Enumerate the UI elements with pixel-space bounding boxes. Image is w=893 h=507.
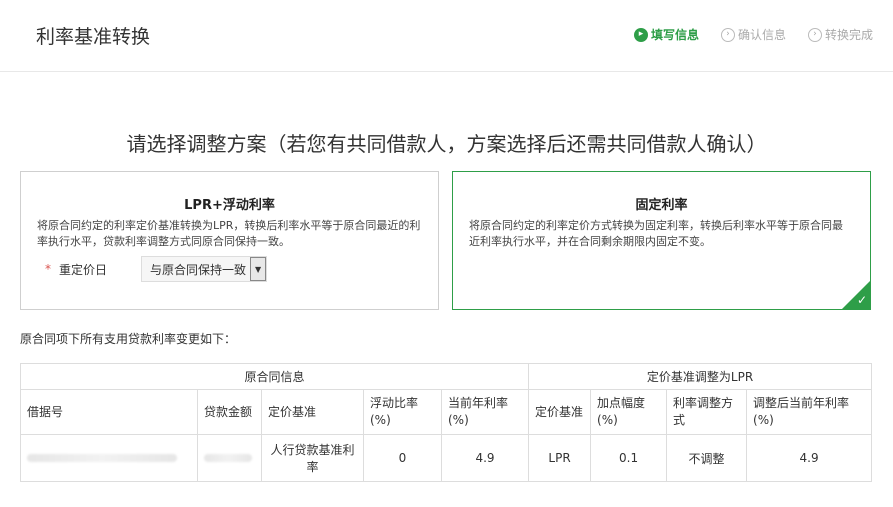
redacted-text bbox=[204, 454, 252, 462]
step-pending-icon: › bbox=[807, 27, 822, 42]
step-complete: › 转换完成 bbox=[807, 26, 873, 43]
table-row: 人行贷款基准利率 0 4.9 LPR 0.1 不调整 4.9 bbox=[20, 434, 873, 482]
option-description: 将原合同约定的利率定价基准转换为LPR，转换后利率水平等于原合同最近的利率执行水… bbox=[37, 219, 421, 248]
cell-adjust-mode: 不调整 bbox=[666, 434, 748, 482]
cell-basis-points: 0.1 bbox=[590, 434, 668, 482]
select-value: 与原合同保持一致 bbox=[150, 262, 247, 277]
option-title: LPR+浮动利率 bbox=[184, 198, 275, 213]
table-group-header: 原合同信息 定价基准调整为LPR bbox=[19, 363, 873, 390]
step-label: 转换完成 bbox=[824, 28, 873, 42]
col-basis-points: 加点幅度(%) bbox=[590, 389, 668, 435]
step-confirm-info: › 确认信息 bbox=[720, 26, 786, 43]
page-header: 利率基准转换 ▸ 填写信息 › 确认信息 › 转换完成 bbox=[0, 0, 893, 72]
cell-float-ratio: 0 bbox=[363, 434, 442, 482]
cell-current-rate: 4.9 bbox=[440, 434, 530, 482]
col-loan-id: 借据号 bbox=[20, 389, 198, 435]
reprice-date-row: * 重定价日 与原合同保持一致 ▼ bbox=[45, 256, 268, 282]
step-label: 确认信息 bbox=[737, 28, 786, 42]
col-pricing-base: 定价基准 bbox=[261, 389, 364, 435]
cell-loan-amount bbox=[197, 434, 262, 482]
option-fixed-rate[interactable]: 固定利率 将原合同约定的利率定价方式转换为固定利率，转换后利率水平等于原合同最近… bbox=[452, 171, 871, 310]
checkmark-icon: ✓ bbox=[856, 293, 867, 307]
group-lpr-adjust: 定价基准调整为LPR bbox=[528, 363, 873, 390]
page-title: 利率基准转换 bbox=[36, 26, 151, 48]
dropdown-arrow-icon[interactable]: ▼ bbox=[250, 257, 267, 281]
progress-steps: ▸ 填写信息 › 确认信息 › 转换完成 bbox=[633, 26, 873, 43]
rate-change-table: 原合同信息 定价基准调整为LPR 借据号 贷款金额 定价基准 浮动比率(%) 当… bbox=[19, 363, 873, 482]
reprice-date-select[interactable]: 与原合同保持一致 ▼ bbox=[141, 256, 268, 282]
col-loan-amount: 贷款金额 bbox=[197, 389, 262, 435]
table-intro: 原合同项下所有支用贷款利率变更如下： bbox=[20, 332, 237, 346]
redacted-text bbox=[27, 454, 177, 462]
col-new-rate: 调整后当前年利率(%) bbox=[746, 389, 873, 435]
step-pending-icon: › bbox=[720, 27, 735, 42]
col-current-rate: 当前年利率(%) bbox=[440, 389, 530, 435]
table-column-header: 借据号 贷款金额 定价基准 浮动比率(%) 当前年利率(%) 定价基准 加点幅度… bbox=[20, 389, 873, 435]
cell-loan-id bbox=[20, 434, 198, 482]
step-active-icon: ▸ bbox=[633, 27, 648, 42]
option-title: 固定利率 bbox=[635, 198, 688, 213]
col-new-pricing-base: 定价基准 bbox=[528, 389, 592, 435]
col-float-ratio: 浮动比率(%) bbox=[363, 389, 442, 435]
plan-heading: 请选择调整方案（若您有共同借款人，方案选择后还需共同借款人确认） bbox=[126, 132, 767, 156]
col-adjust-mode: 利率调整方式 bbox=[666, 389, 748, 435]
option-description: 将原合同约定的利率定价方式转换为固定利率，转换后利率水平等于原合同最近利率执行水… bbox=[469, 219, 843, 248]
required-mark: * bbox=[45, 262, 51, 276]
cell-new-rate: 4.9 bbox=[746, 434, 873, 482]
reprice-date-label: 重定价日 bbox=[59, 262, 108, 277]
option-lpr-floating[interactable]: LPR+浮动利率 将原合同约定的利率定价基准转换为LPR，转换后利率水平等于原合… bbox=[20, 171, 439, 310]
group-original-info: 原合同信息 bbox=[19, 363, 530, 390]
step-fill-info: ▸ 填写信息 bbox=[633, 26, 699, 43]
step-label: 填写信息 bbox=[650, 28, 699, 42]
cell-pricing-base: 人行贷款基准利率 bbox=[261, 434, 364, 482]
cell-new-pricing-base: LPR bbox=[528, 434, 592, 482]
